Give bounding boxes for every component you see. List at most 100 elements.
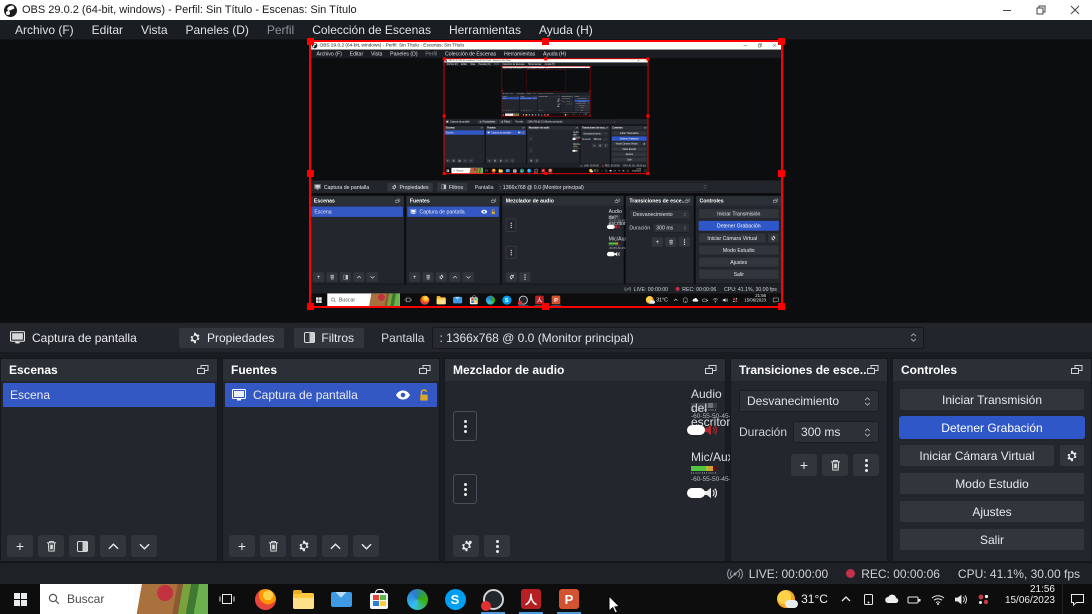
search-box[interactable]: Buscar [40, 584, 208, 614]
move-scene-down-button[interactable] [131, 535, 157, 557]
dock-float-icon[interactable] [867, 365, 879, 375]
menu-vista[interactable]: Vista [132, 20, 176, 40]
taskbar-store[interactable] [360, 584, 398, 614]
taskbar-powerpoint[interactable]: P [550, 584, 588, 614]
source-item[interactable]: Captura de pantalla [225, 383, 437, 407]
volume-slider [606, 251, 615, 257]
taskbar-clock[interactable]: 21:56 15/06/2023 [998, 584, 1062, 614]
mixer-dock-header[interactable]: Mezclador de audio [445, 359, 725, 381]
stop-recording-button[interactable]: Detener Grabación [899, 416, 1085, 439]
scenes-dock-header[interactable]: Escenas [1, 359, 217, 381]
sources-dock-header[interactable]: Fuentes [223, 359, 439, 381]
mixer-toolbar [453, 531, 717, 561]
transition-select[interactable]: Desvanecimiento [739, 390, 879, 412]
screen-select[interactable]: : 1366x768 @ 0.0 (Monitor principal) [432, 326, 925, 349]
remove-source-button[interactable] [260, 535, 286, 557]
task-view-button[interactable] [208, 584, 246, 614]
menu-paneles[interactable]: Paneles (D) [177, 20, 258, 40]
advanced-audio-button[interactable] [453, 535, 479, 557]
taskbar-acrobat[interactable]: 人 [512, 584, 550, 614]
taskbar-edge[interactable] [398, 584, 436, 614]
source-properties-button[interactable] [291, 535, 317, 557]
spinner-arrows-icon[interactable] [910, 333, 917, 342]
settings-button[interactable]: Ajustes [899, 500, 1085, 523]
channel-options-button[interactable] [453, 474, 477, 504]
spinner-arrows-icon[interactable] [864, 427, 871, 437]
action-center-button[interactable] [1062, 584, 1092, 614]
tray-tablet-icon[interactable] [859, 593, 879, 606]
start-button[interactable] [0, 584, 40, 614]
add-source-button[interactable]: + [229, 535, 255, 557]
minimize-button[interactable] [990, 0, 1024, 20]
add-scene-button[interactable]: + [7, 535, 33, 557]
menu-herramientas[interactable]: Herramientas [440, 20, 530, 40]
duration-value: 300 ms [656, 224, 674, 231]
tray-wifi-icon[interactable] [928, 594, 948, 605]
mute-speaker-icon[interactable] [703, 424, 717, 436]
screen-select: : 1366x768 @ 0.0 (Monitor principal) [536, 92, 577, 95]
studio-mode-button[interactable]: Modo Estudio [899, 472, 1085, 495]
weather-widget[interactable]: 31°C [769, 584, 836, 614]
menu-archivo[interactable]: Archivo (F) [6, 20, 83, 40]
filters-button: Filtros [498, 119, 513, 124]
virtual-camera-settings-button [587, 102, 590, 105]
mixer-options-button[interactable] [484, 535, 510, 557]
visibility-eye-icon[interactable] [395, 390, 411, 400]
gear-icon [588, 102, 589, 104]
tray-device-icon[interactable] [905, 594, 925, 605]
volume-slider[interactable] [687, 488, 706, 498]
scene-item[interactable]: Escena [3, 383, 215, 407]
tray-chevron-up-icon[interactable] [836, 596, 856, 602]
taskbar-explorer[interactable] [284, 584, 322, 614]
start-virtual-camera-button[interactable]: Iniciar Cámara Virtual [899, 444, 1055, 467]
move-source-down-button[interactable] [353, 535, 379, 557]
dock-float-icon [558, 95, 560, 97]
menu-perfil[interactable]: Perfil [258, 20, 303, 40]
minimize-button [738, 41, 753, 50]
taskbar-obs[interactable] [474, 584, 512, 614]
live-timer: LIVE: 00:00:00 [562, 112, 569, 114]
lock-open-icon[interactable] [418, 388, 430, 402]
scenes-title: Escenas [445, 126, 455, 130]
controls-dock-header: Controles [610, 125, 648, 130]
exit-button[interactable]: Salir [899, 528, 1085, 551]
close-button[interactable] [1058, 0, 1092, 20]
dock-float-icon[interactable] [1071, 365, 1083, 375]
move-scene-up-button[interactable] [100, 535, 126, 557]
channel-options-button[interactable] [453, 411, 477, 441]
move-source-up-button[interactable] [322, 535, 348, 557]
dock-float-icon[interactable] [705, 365, 717, 375]
preview-source-region[interactable]: OBS 29.0.2 (64-bit, windows) - Perfil: S… [307, 38, 785, 310]
mute-speaker-icon[interactable] [703, 487, 717, 499]
tray-app-icon[interactable] [974, 593, 994, 606]
menu-ayuda[interactable]: Ayuda (H) [530, 20, 602, 40]
scene-filters-button [456, 158, 462, 163]
taskbar-firefox[interactable] [246, 584, 284, 614]
menu-coleccion-escenas[interactable]: Colección de Escenas [303, 20, 440, 40]
scene-filters-button[interactable] [69, 535, 95, 557]
spinner-arrows-icon[interactable] [864, 396, 871, 406]
properties-button[interactable]: Propiedades [178, 326, 286, 349]
transitions-dock-header[interactable]: Transiciones de esce... [731, 359, 887, 381]
dock-float-icon[interactable] [197, 365, 209, 375]
transition-options-button[interactable] [853, 454, 879, 476]
tray-volume-icon[interactable] [951, 594, 971, 605]
tray-onedrive-icon[interactable] [882, 594, 902, 604]
exit-button: Salir [698, 269, 779, 280]
volume-slider[interactable] [687, 425, 706, 435]
taskbar-skype[interactable]: S [436, 584, 474, 614]
start-streaming-button[interactable]: Iniciar Transmisión [899, 388, 1085, 411]
scenes-list: Escena [1, 381, 217, 531]
remove-transition-button[interactable] [822, 454, 848, 476]
restore-button[interactable] [1024, 0, 1058, 20]
taskbar-mail[interactable] [322, 584, 360, 614]
virtual-camera-settings-button[interactable] [1059, 444, 1085, 467]
remove-scene-button[interactable] [38, 535, 64, 557]
menu-editar[interactable]: Editar [83, 20, 132, 40]
broadcast-off-icon [624, 286, 632, 292]
duration-spinbox[interactable]: 300 ms [793, 421, 879, 443]
add-transition-button[interactable]: + [791, 454, 817, 476]
filters-button[interactable]: Filtros [293, 326, 366, 349]
controls-dock-header[interactable]: Controles [893, 359, 1091, 381]
dock-float-icon[interactable] [419, 365, 431, 375]
